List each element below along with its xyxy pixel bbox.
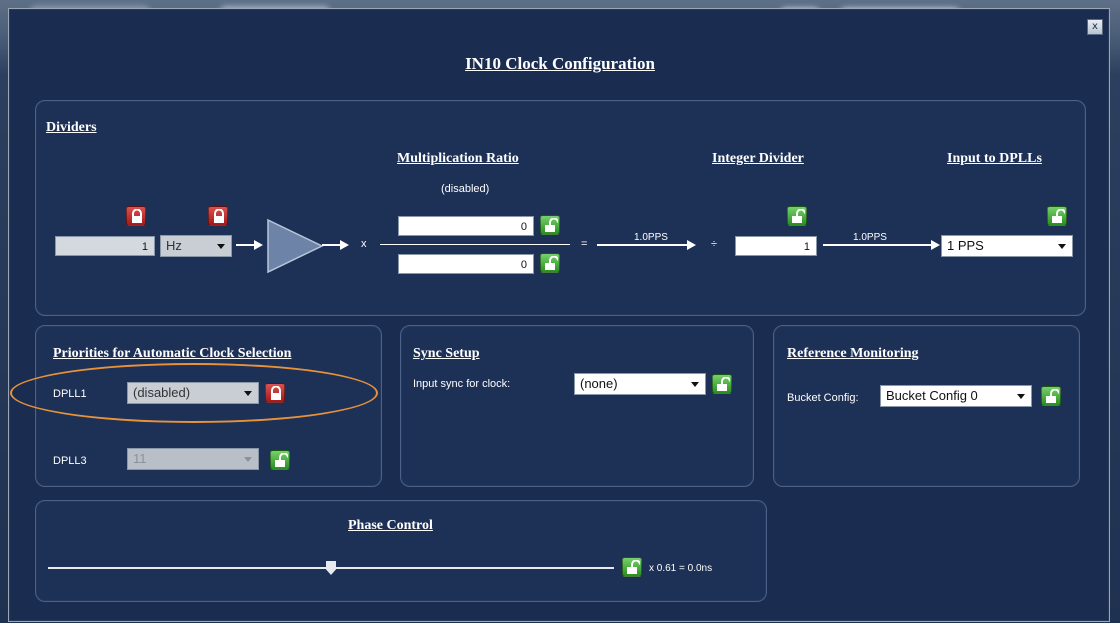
- dpll3-priority-value: 11: [133, 451, 147, 466]
- numerator-unlock-icon[interactable]: [540, 215, 560, 235]
- chevron-down-icon: [1017, 394, 1025, 399]
- chevron-down-icon: [244, 457, 252, 462]
- phase-readout: x 0.61 = 0.0ns: [649, 563, 713, 574]
- bucket-config-unlock-icon[interactable]: [1041, 386, 1061, 406]
- priorities-header: Priorities for Automatic Clock Selection: [53, 346, 292, 361]
- arrow-line: [322, 244, 342, 246]
- dpll-input-select[interactable]: 1 PPS: [941, 235, 1073, 257]
- chevron-down-icon: [1058, 244, 1066, 249]
- integer-divider-header: Integer Divider: [712, 151, 804, 166]
- arrow-line: [236, 244, 256, 246]
- fraction-bar: [380, 244, 570, 245]
- sync-input-select[interactable]: (none): [574, 373, 706, 395]
- input-to-dplls-header: Input to DPLLs: [947, 151, 1042, 166]
- dpll3-unlock-icon[interactable]: [270, 450, 290, 470]
- dialog-title: IN10 Clock Configuration: [465, 54, 655, 73]
- integer-divider-field[interactable]: 1: [735, 236, 817, 256]
- sync-input-label: Input sync for clock:: [413, 378, 511, 390]
- denominator-unlock-icon[interactable]: [540, 253, 560, 273]
- dividers-header: Dividers: [46, 120, 97, 135]
- arrow-line: [597, 244, 689, 246]
- unit-select[interactable]: Hz: [160, 235, 232, 257]
- dpll-input-unlock-icon[interactable]: [1047, 206, 1067, 226]
- highlight-oval: [10, 363, 378, 423]
- arrow-head-icon: [931, 240, 940, 250]
- reference-monitoring-header: Reference Monitoring: [787, 346, 919, 361]
- close-button[interactable]: x: [1087, 19, 1103, 35]
- input-frequency-field[interactable]: 1: [55, 236, 155, 256]
- arrow-line: [823, 244, 933, 246]
- multiplication-ratio-header: Multiplication Ratio: [397, 151, 519, 166]
- numerator-field[interactable]: 0: [398, 216, 534, 236]
- multiplication-status: (disabled): [441, 183, 490, 195]
- phase-control-panel: [35, 500, 767, 602]
- divide-symbol: ÷: [711, 238, 718, 250]
- unit-lock-icon[interactable]: [208, 206, 228, 226]
- bucket-config-label: Bucket Config:: [787, 392, 859, 404]
- sync-unlock-icon[interactable]: [712, 374, 732, 394]
- sync-input-value: (none): [580, 376, 618, 391]
- arrow-head-icon: [340, 240, 349, 250]
- input-lock-icon[interactable]: [126, 206, 146, 226]
- unit-select-value: Hz: [166, 238, 182, 253]
- dpll-input-select-value: 1 PPS: [947, 238, 984, 253]
- rate-label-2: 1.0PPS: [853, 232, 887, 243]
- chevron-down-icon: [217, 244, 225, 249]
- arrow-head-icon: [687, 240, 696, 250]
- chevron-down-icon: [691, 382, 699, 387]
- bucket-config-value: Bucket Config 0: [886, 388, 978, 403]
- amplifier-icon: [267, 218, 324, 274]
- phase-unlock-icon[interactable]: [622, 557, 642, 577]
- denominator-field[interactable]: 0: [398, 254, 534, 274]
- integer-divider-unlock-icon[interactable]: [787, 206, 807, 226]
- times-symbol: x: [361, 238, 367, 250]
- equals-symbol: =: [581, 238, 588, 250]
- phase-control-header: Phase Control: [348, 518, 433, 533]
- sync-setup-header: Sync Setup: [413, 346, 480, 361]
- dpll3-label: DPLL3: [53, 455, 87, 467]
- arrow-head-icon: [254, 240, 263, 250]
- bucket-config-select[interactable]: Bucket Config 0: [880, 385, 1032, 407]
- rate-label-1: 1.0PPS: [634, 232, 668, 243]
- dividers-panel: [35, 100, 1086, 316]
- dpll3-priority-select[interactable]: 11: [127, 448, 259, 470]
